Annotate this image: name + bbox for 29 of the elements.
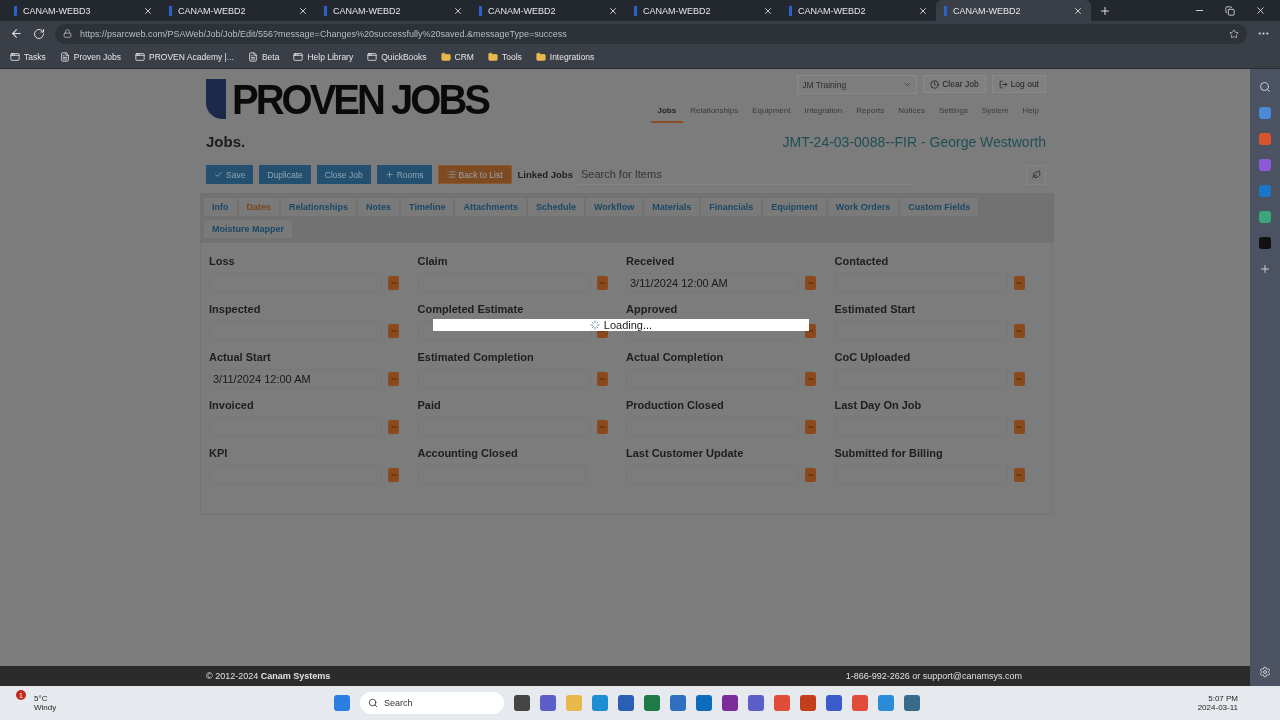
field-label: Production Closed bbox=[626, 399, 725, 411]
job-title: JMT-24-03-0088--FIR - George Westworth bbox=[782, 133, 1046, 150]
field-label: Invoiced bbox=[209, 399, 255, 411]
field-label: Actual Start bbox=[209, 351, 272, 363]
field-label: Actual Completion bbox=[626, 351, 725, 363]
field-label: Paid bbox=[417, 399, 442, 411]
field-label: Estimated Start bbox=[834, 303, 917, 315]
weather-text: Windy bbox=[34, 703, 57, 712]
copyright-text: © 2012-2024 Canam Systems bbox=[206, 671, 331, 681]
field-label: Approved bbox=[626, 303, 679, 315]
field-label: Claim bbox=[417, 255, 449, 267]
field-label: KPI bbox=[209, 447, 229, 459]
field-label: CoC Uploaded bbox=[834, 351, 912, 363]
field-label: Submitted for Billing bbox=[834, 447, 944, 459]
field-label: Received bbox=[626, 255, 676, 267]
page-title: Jobs. bbox=[206, 133, 246, 150]
logo: PROVEN JOBS bbox=[206, 73, 488, 125]
temperature: 5°C bbox=[34, 694, 49, 703]
field-label: Accounting Closed bbox=[417, 447, 519, 459]
field-label: Estimated Completion bbox=[417, 351, 535, 363]
field-label: Inspected bbox=[209, 303, 262, 315]
field-label: Loss bbox=[209, 255, 236, 267]
field-label: Completed Estimate bbox=[417, 303, 525, 315]
contact-text: 1-866-992-2626 or support@canamsys.com bbox=[845, 671, 1022, 681]
field-label: Last Customer Update bbox=[626, 447, 745, 459]
linked-jobs-label: Linked Jobs bbox=[517, 169, 573, 180]
field-label: Last Day On Job bbox=[834, 399, 923, 411]
loading-dialog: Loading... bbox=[433, 319, 809, 331]
field-label: Contacted bbox=[834, 255, 890, 267]
